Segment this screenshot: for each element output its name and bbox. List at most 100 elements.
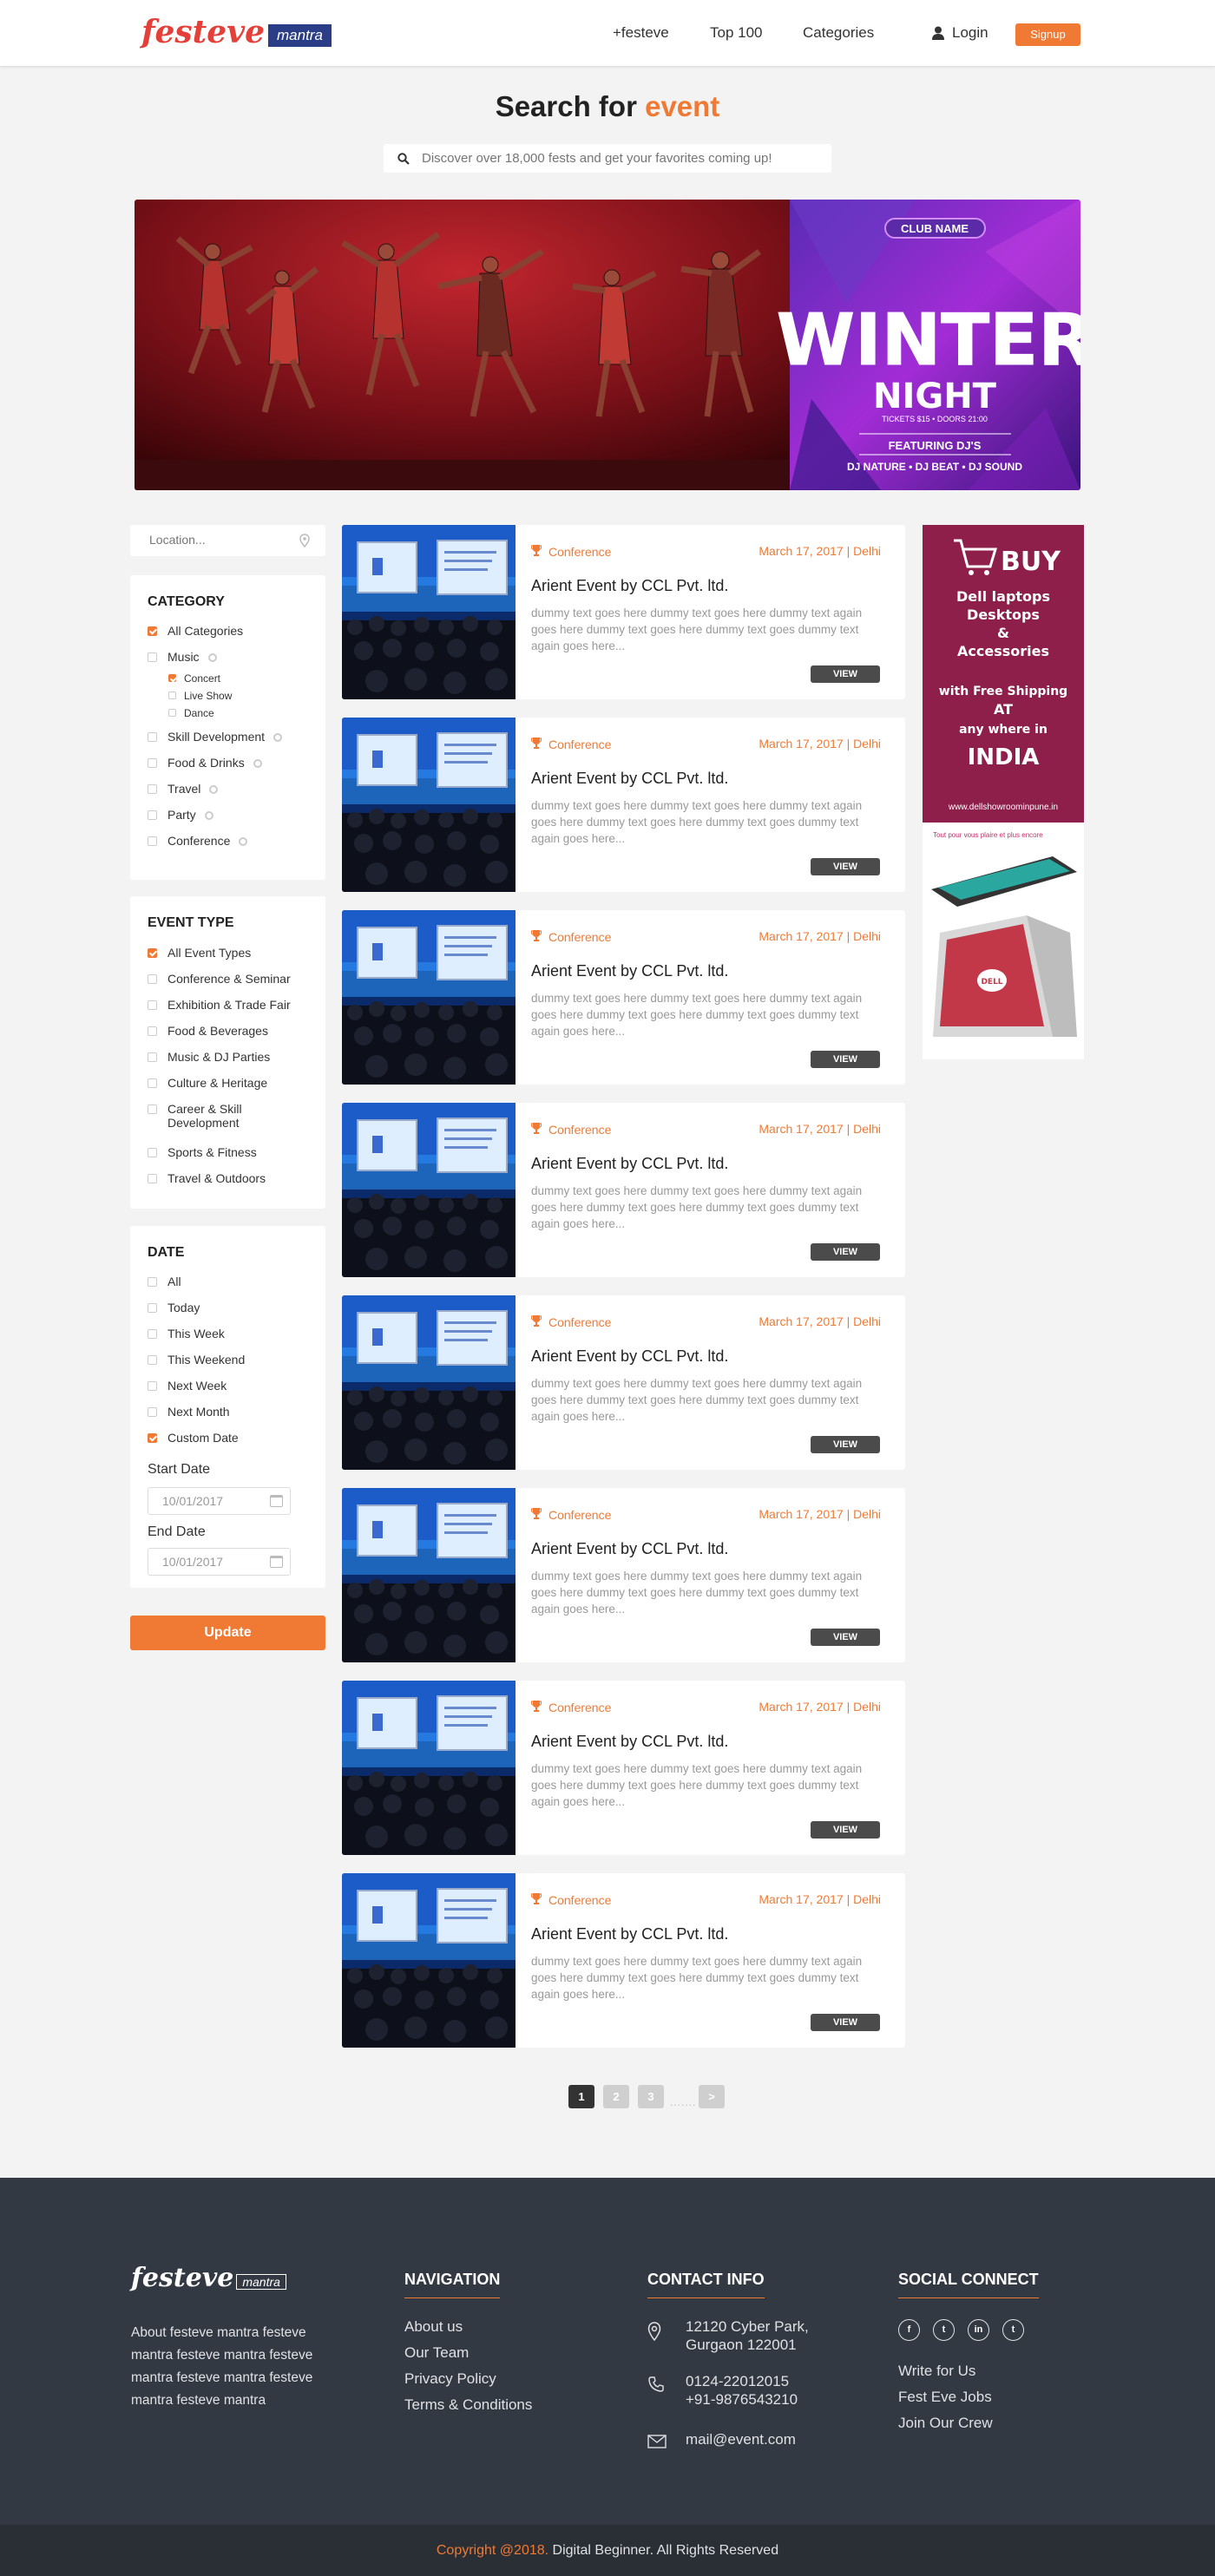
date-today[interactable]: Today xyxy=(148,1301,200,1314)
start-date-input[interactable]: 10/01/2017 xyxy=(148,1487,291,1515)
page-2[interactable]: 2 xyxy=(603,2085,629,2108)
event-type-food[interactable]: Food & Beverages xyxy=(148,1024,268,1038)
view-button[interactable]: VIEW xyxy=(811,1821,880,1839)
checkbox[interactable] xyxy=(168,709,176,717)
checkbox[interactable] xyxy=(148,1303,157,1313)
category-skill-development[interactable]: Skill Development xyxy=(148,730,283,744)
checkbox[interactable] xyxy=(148,1052,157,1062)
event-title[interactable]: Arient Event by CCL Pvt. ltd. xyxy=(531,1347,728,1366)
twitter-icon[interactable]: t xyxy=(933,2319,955,2341)
footer-write-for-us[interactable]: Write for Us xyxy=(898,2363,975,2380)
event-title[interactable]: Arient Event by CCL Pvt. ltd. xyxy=(531,962,728,980)
event-card[interactable]: Conference March 17, 2017 | Delhi Arient E… xyxy=(342,525,905,699)
view-button[interactable]: VIEW xyxy=(811,1051,880,1068)
event-thumbnail[interactable] xyxy=(342,525,516,699)
checkbox[interactable] xyxy=(148,1355,157,1365)
footer-jobs[interactable]: Fest Eve Jobs xyxy=(898,2389,992,2406)
nav-categories[interactable]: Categories xyxy=(803,24,874,42)
location-input[interactable] xyxy=(149,533,288,547)
checkbox[interactable] xyxy=(148,1381,157,1391)
event-type-travel[interactable]: Travel & Outdoors xyxy=(148,1171,266,1185)
event-title[interactable]: Arient Event by CCL Pvt. ltd. xyxy=(531,770,728,788)
event-type-culture[interactable]: Culture & Heritage xyxy=(148,1076,267,1090)
view-button[interactable]: VIEW xyxy=(811,1629,880,1646)
checkbox[interactable] xyxy=(148,732,157,742)
category-live-show[interactable]: Live Show xyxy=(168,690,232,702)
checkbox[interactable] xyxy=(148,1174,157,1183)
event-thumbnail[interactable] xyxy=(342,1488,516,1662)
category-music[interactable]: Music xyxy=(148,650,217,664)
checkbox-checked[interactable] xyxy=(148,626,157,636)
location-field[interactable] xyxy=(130,525,325,556)
view-button[interactable]: VIEW xyxy=(811,1436,880,1453)
event-card[interactable]: Conference March 17, 2017 | Delhi Arient E… xyxy=(342,910,905,1085)
page-3[interactable]: 3 xyxy=(638,2085,664,2108)
date-all[interactable]: All xyxy=(148,1275,181,1288)
search-input[interactable] xyxy=(422,151,821,166)
footer-link-team[interactable]: Our Team xyxy=(404,2344,469,2362)
event-card[interactable]: Conference March 17, 2017 | Delhi Arient E… xyxy=(342,718,905,892)
category-party[interactable]: Party xyxy=(148,808,213,822)
event-type-music[interactable]: Music & DJ Parties xyxy=(148,1050,270,1064)
event-thumbnail[interactable] xyxy=(342,910,516,1085)
event-title[interactable]: Arient Event by CCL Pvt. ltd. xyxy=(531,1540,728,1558)
calendar-icon[interactable] xyxy=(270,1495,283,1507)
hero-banner[interactable]: CLUB NAME WINTER NIGHT TICKETS $15 • DOO… xyxy=(135,200,1080,490)
linkedin-icon[interactable]: in xyxy=(968,2319,989,2341)
login-link[interactable]: Login xyxy=(952,24,988,42)
date-next-month[interactable]: Next Month xyxy=(148,1405,230,1419)
checkbox[interactable] xyxy=(148,1000,157,1010)
checkbox-checked[interactable] xyxy=(148,1433,157,1443)
event-title[interactable]: Arient Event by CCL Pvt. ltd. xyxy=(531,1733,728,1751)
date-next-week[interactable]: Next Week xyxy=(148,1379,227,1393)
checkbox[interactable] xyxy=(148,1148,157,1157)
checkbox[interactable] xyxy=(148,784,157,794)
event-type-all[interactable]: All Event Types xyxy=(148,946,251,960)
phone-2[interactable]: +91-9876543210 xyxy=(686,2391,798,2409)
search-bar[interactable] xyxy=(384,144,831,173)
event-type-exhibition[interactable]: Exhibition & Trade Fair xyxy=(148,998,291,1012)
event-card[interactable]: Conference March 17, 2017 | Delhi Arient E… xyxy=(342,1681,905,1855)
footer-join-crew[interactable]: Join Our Crew xyxy=(898,2415,993,2432)
view-button[interactable]: VIEW xyxy=(811,2014,880,2031)
category-all[interactable]: All Categories xyxy=(148,624,243,638)
facebook-icon[interactable]: f xyxy=(898,2319,920,2341)
next-page-button[interactable]: > xyxy=(699,2085,725,2108)
checkbox[interactable] xyxy=(148,810,157,820)
event-card[interactable]: Conference March 17, 2017 | Delhi Arient E… xyxy=(342,1103,905,1277)
checkbox[interactable] xyxy=(148,974,157,984)
event-title[interactable]: Arient Event by CCL Pvt. ltd. xyxy=(531,1925,728,1943)
date-custom[interactable]: Custom Date xyxy=(148,1431,239,1445)
view-button[interactable]: VIEW xyxy=(811,665,880,683)
event-card[interactable]: Conference March 17, 2017 | Delhi Arient E… xyxy=(342,1488,905,1662)
footer-email[interactable]: mail@event.com xyxy=(686,2431,796,2448)
nav-festeve[interactable]: +festeve xyxy=(613,24,669,42)
phone-1[interactable]: 0124-22012015 xyxy=(686,2373,789,2390)
checkbox[interactable] xyxy=(148,836,157,846)
checkbox[interactable] xyxy=(148,1078,157,1088)
category-concert[interactable]: Concert xyxy=(168,672,220,685)
checkbox-checked[interactable] xyxy=(148,948,157,958)
event-title[interactable]: Arient Event by CCL Pvt. ltd. xyxy=(531,1155,728,1173)
checkbox[interactable] xyxy=(148,1104,157,1114)
event-title[interactable]: Arient Event by CCL Pvt. ltd. xyxy=(531,577,728,595)
event-type-career[interactable]: Career & Skill Development xyxy=(148,1102,260,1130)
checkbox-checked[interactable] xyxy=(168,674,176,682)
category-travel[interactable]: Travel xyxy=(148,782,219,796)
footer-link-terms[interactable]: Terms & Conditions xyxy=(404,2396,532,2414)
advertisement[interactable]: BUY Dell laptops Desktops & Accessories … xyxy=(923,525,1084,1059)
checkbox[interactable] xyxy=(148,1407,157,1417)
event-card[interactable]: Conference March 17, 2017 | Delhi Arient E… xyxy=(342,1873,905,2048)
checkbox[interactable] xyxy=(148,1026,157,1036)
event-type-conference[interactable]: Conference & Seminar xyxy=(148,972,291,986)
event-type-sports[interactable]: Sports & Fitness xyxy=(148,1145,257,1159)
checkbox[interactable] xyxy=(148,1329,157,1339)
date-this-week[interactable]: This Week xyxy=(148,1327,225,1340)
event-thumbnail[interactable] xyxy=(342,1103,516,1277)
nav-top-100[interactable]: Top 100 xyxy=(710,24,763,42)
event-card[interactable]: Conference March 17, 2017 | Delhi Arient E… xyxy=(342,1295,905,1470)
signup-button[interactable]: Signup xyxy=(1015,23,1080,46)
event-thumbnail[interactable] xyxy=(342,1873,516,2048)
checkbox[interactable] xyxy=(148,758,157,768)
category-dance[interactable]: Dance xyxy=(168,707,214,719)
